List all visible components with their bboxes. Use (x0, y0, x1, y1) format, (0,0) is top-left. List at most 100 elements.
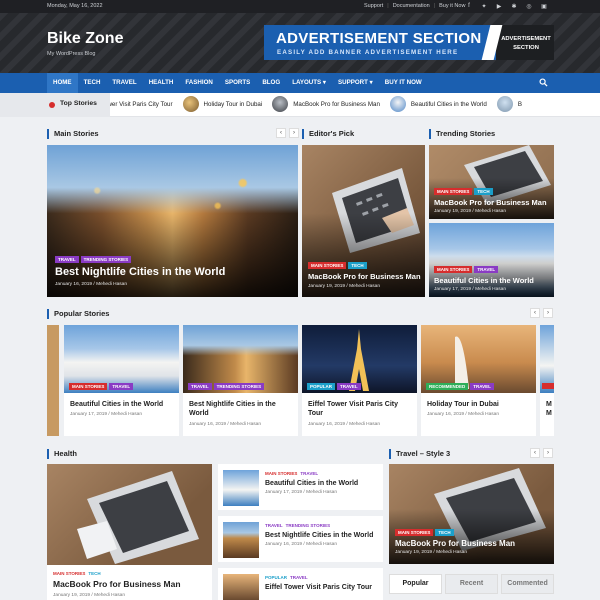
nav-layouts[interactable]: LAYOUTS ▾ (286, 73, 332, 93)
popular-card-meta: January 16, 2019 / Mehedi Hasan (427, 412, 500, 417)
ticker-item-title: MacBook Pro for Business Man (293, 100, 380, 108)
popular-card-title[interactable]: Best Nightlife Cities in the World (189, 400, 294, 418)
health-list-item[interactable]: POPULAR TRAVEL Eiffel Tower Visit Paris … (218, 568, 383, 600)
nav-home[interactable]: HOME (47, 73, 78, 93)
category-badge[interactable]: MAIN STORIES (395, 529, 434, 536)
category-badge[interactable]: MAIN STORIES (434, 266, 473, 273)
popular-partial-card[interactable] (47, 325, 59, 436)
category-badge[interactable]: MAIN STORIES (69, 383, 108, 390)
main-story-title[interactable]: Best Nightlife Cities in the World (55, 266, 225, 278)
tab-popular[interactable]: Popular (389, 574, 442, 594)
ticker-item[interactable]: Holiday Tour in Dubai (182, 96, 262, 112)
popular-card[interactable]: MAIN STORIES TRAVEL Beautiful Cities in … (64, 325, 179, 436)
search-icon[interactable] (539, 78, 548, 87)
ticker-item[interactable]: B (496, 96, 522, 112)
site-title[interactable]: Bike Zone (47, 30, 123, 48)
trending-card[interactable]: MAIN STORIES TECH MacBook Pro for Busine… (429, 145, 554, 219)
popular-card-badges: RECOMMENDED TRAVEL (426, 383, 494, 390)
advertisement-banner[interactable]: ADVERTISEMENT SECTION EASILY ADD BANNER … (264, 25, 554, 60)
documentation-link[interactable]: Documentation (393, 3, 430, 9)
popular-card-title[interactable]: Beautiful Cities in the World (70, 400, 175, 409)
trending-card[interactable]: MAIN STORIES TRAVEL Beautiful Cities in … (429, 223, 554, 297)
nav-sports[interactable]: SPORTS (219, 73, 256, 93)
travel-style3-card-title[interactable]: MacBook Pro for Business Man (395, 539, 515, 548)
popular-card-title[interactable]: Eiffel Tower Visit Paris City Tour (308, 400, 413, 418)
ticker-label: Top Stories (0, 93, 110, 117)
chevron-left-icon[interactable]: ‹ (530, 448, 540, 458)
tab-commented[interactable]: Commented (501, 574, 554, 594)
category-badge[interactable]: TRAVEL (290, 575, 308, 580)
popular-partial-card[interactable]: M M (540, 325, 554, 436)
nav-fashion[interactable]: FASHION (179, 73, 219, 93)
main-story-card[interactable]: TRAVEL TRENDING STORIES Best Nightlife C… (47, 145, 298, 297)
ticker-label-text: Top Stories (60, 100, 97, 107)
tab-recent[interactable]: Recent (445, 574, 498, 594)
category-badge[interactable]: MAIN STORIES (434, 188, 473, 195)
editors-pick-card[interactable]: MAIN STORIES TECH MacBook Pro for Busine… (302, 145, 425, 297)
category-badge[interactable]: TECH (88, 571, 100, 576)
health-main-card[interactable]: MAIN STORIES TECH MacBook Pro for Busine… (47, 464, 212, 600)
chevron-right-icon[interactable]: › (543, 448, 553, 458)
ticker-thumbnail (389, 96, 406, 112)
category-badge[interactable]: TRAVEL (55, 256, 79, 263)
category-badge[interactable]: TRAVEL (300, 471, 318, 476)
category-badge[interactable]: TECH (435, 529, 454, 536)
health-main-title[interactable]: MacBook Pro for Business Man (53, 580, 181, 589)
chevron-right-icon[interactable]: › (289, 128, 299, 138)
category-badge[interactable]: TRAVEL (188, 383, 212, 390)
youtube-icon[interactable]: ▶ (495, 2, 503, 10)
travel-style3-card[interactable]: MAIN STORIES TECH MacBook Pro for Busine… (389, 464, 554, 564)
nav-buy-it-now[interactable]: BUY IT NOW (379, 73, 428, 93)
facebook-icon[interactable]: f (465, 2, 473, 10)
list-title[interactable]: Best Nightlife Cities in the World (265, 531, 380, 540)
trending-title[interactable]: MacBook Pro for Business Man (434, 198, 547, 207)
popular-card[interactable]: RECOMMENDED TRAVEL Holiday Tour in Dubai… (421, 325, 536, 436)
category-badge[interactable]: TRAVEL (337, 383, 361, 390)
main-stories-arrows: ‹ › (276, 128, 299, 138)
category-badge[interactable]: TRAVEL (470, 383, 494, 390)
category-badge[interactable]: TRENDING STORIES (213, 383, 265, 390)
nav-travel[interactable]: TRAVEL (106, 73, 142, 93)
category-badge[interactable]: TRAVEL (265, 523, 283, 528)
health-list-item[interactable]: MAIN STORIES TRAVEL Beautiful Cities in … (218, 464, 383, 510)
category-badge[interactable]: POPULAR (265, 575, 287, 580)
chevron-left-icon[interactable]: ‹ (530, 308, 540, 318)
twitter-icon[interactable]: ✦ (480, 2, 488, 10)
ticker-item[interactable]: MacBook Pro for Business Man (272, 96, 380, 112)
category-badge[interactable]: TRAVEL (109, 383, 134, 390)
popular-card[interactable]: TRAVEL TRENDING STORIES Best Nightlife C… (183, 325, 298, 436)
nav-blog[interactable]: BLOG (256, 73, 286, 93)
popular-card-title[interactable]: M M (546, 400, 552, 418)
popular-stories-title: Popular Stories (47, 309, 109, 319)
chevron-right-icon[interactable]: › (543, 308, 553, 318)
instagram-icon[interactable]: ◎ (525, 2, 533, 10)
editors-pick-title: Editor's Pick (302, 129, 354, 139)
category-badge[interactable]: TRENDING STORIES (80, 256, 132, 263)
ticker-item[interactable]: ower Visit Paris City Tour (104, 101, 173, 108)
popular-card-title[interactable]: Holiday Tour in Dubai (427, 400, 532, 409)
category-badge[interactable]: TECH (348, 262, 367, 269)
pinterest-icon[interactable]: ✱ (510, 2, 518, 10)
editors-pick-title-text[interactable]: MacBook Pro for Business Man (308, 272, 421, 281)
list-title[interactable]: Beautiful Cities in the World (265, 479, 380, 488)
support-link[interactable]: Support (364, 3, 383, 9)
buy-it-now-link[interactable]: Buy it Now (439, 3, 465, 9)
category-badge[interactable]: RECOMMENDED (426, 383, 469, 390)
category-badge[interactable]: MAIN STORIES (265, 471, 297, 476)
list-title[interactable]: Eiffel Tower Visit Paris City Tour (265, 583, 380, 592)
category-badge[interactable]: MAIN STORIES (53, 571, 85, 576)
category-badge[interactable]: TECH (474, 188, 493, 195)
category-badge[interactable]: TRAVEL (474, 266, 499, 273)
category-badge[interactable]: TRENDING STORIES (286, 523, 330, 528)
chevron-left-icon[interactable]: ‹ (276, 128, 286, 138)
category-badge[interactable]: MAIN STORIES (308, 262, 347, 269)
nav-tech[interactable]: TECH (78, 73, 107, 93)
category-badge[interactable]: POPULAR (307, 383, 336, 390)
trending-title[interactable]: Beautiful Cities in the World (434, 276, 534, 285)
popular-card[interactable]: POPULAR TRAVEL Eiffel Tower Visit Paris … (302, 325, 417, 436)
health-list-item[interactable]: TRAVEL TRENDING STORIES Best Nightlife C… (218, 516, 383, 562)
nav-support[interactable]: SUPPORT ▾ (332, 73, 379, 93)
nav-health[interactable]: HEALTH (143, 73, 180, 93)
ticker-item[interactable]: Beautiful Cities in the World (389, 96, 487, 112)
linkedin-icon[interactable]: ▣ (540, 2, 548, 10)
